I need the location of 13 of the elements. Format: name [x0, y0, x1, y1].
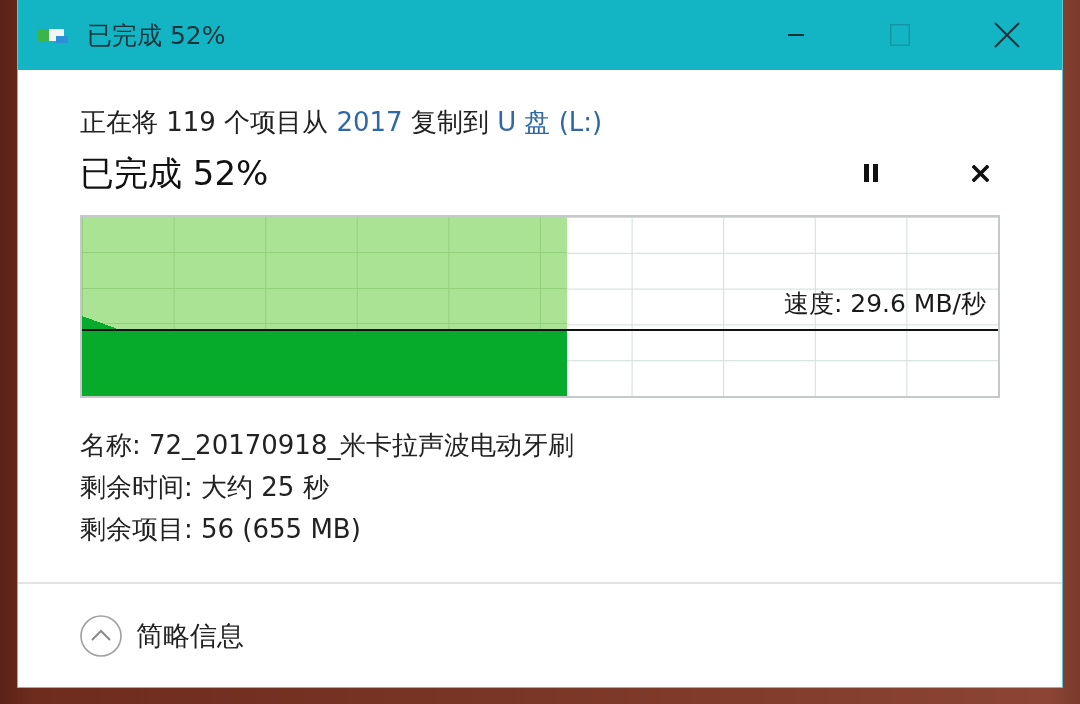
progress-title: 已完成 52% — [80, 153, 269, 193]
detail-text: 剩余项目: 56 (655 MB) — [80, 513, 362, 546]
pause-icon — [864, 164, 878, 182]
copy-description: 正在将 119 个项目从 2017 复制到 U 盘 (L:) — [80, 106, 604, 138]
details-toggle[interactable]: 简略信息 — [80, 614, 244, 657]
source-link[interactable]: 2017 — [336, 107, 403, 137]
speed-label: 速度: 29.6 MB/秒 — [783, 289, 986, 319]
close-icon — [971, 164, 989, 182]
detail-text: 剩余时间: 大约 25 秒 — [80, 471, 330, 504]
destination-link[interactable]: U 盘 (L:) — [497, 107, 603, 137]
window-title: 已完成 52% — [87, 19, 226, 52]
progress-icon — [38, 27, 70, 43]
detail-text: 名称: 72_20170918_米卡拉声波电动牙刷 — [80, 429, 576, 462]
